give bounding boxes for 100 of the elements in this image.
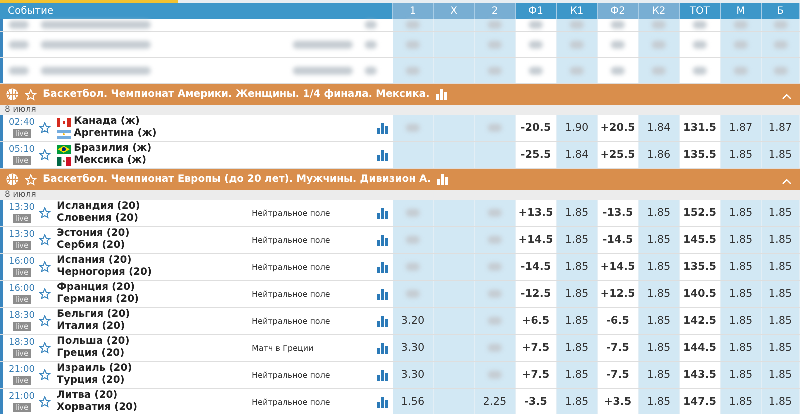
odds-cell[interactable]: 1.85 xyxy=(762,281,800,307)
blurred-odds xyxy=(488,263,502,271)
blurred-odds xyxy=(611,66,625,74)
blurred-odds xyxy=(488,21,502,29)
odds-cell[interactable]: 1.85 xyxy=(762,389,800,414)
odds-cell[interactable]: 1.85 xyxy=(721,362,762,388)
team-name: Хорватия (20) xyxy=(57,402,138,414)
blurred-odds xyxy=(611,40,625,48)
odds-cell[interactable]: 1.85 xyxy=(721,200,762,226)
blurred-odds xyxy=(611,21,625,29)
star-icon[interactable] xyxy=(39,149,51,161)
match-note: Нейтральное поле xyxy=(252,370,330,380)
blurred-odds xyxy=(488,236,502,244)
bar-chart-icon[interactable] xyxy=(377,316,389,326)
bar-chart-icon[interactable] xyxy=(436,89,448,100)
star-icon[interactable] xyxy=(39,288,51,300)
odds-cell[interactable]: 1.85 xyxy=(639,227,680,253)
odds-cell[interactable]: 1.85 xyxy=(721,281,762,307)
bar-chart-icon[interactable] xyxy=(377,370,389,380)
odds-cell[interactable]: 1.85 xyxy=(721,335,762,361)
odds-cell[interactable]: 1.85 xyxy=(762,200,800,226)
blurred-odds xyxy=(406,209,420,217)
blurred-odds xyxy=(406,124,420,132)
blurred-odds xyxy=(406,290,420,298)
blurred-odds xyxy=(734,40,748,48)
star-icon[interactable] xyxy=(39,369,51,381)
bar-chart-icon[interactable] xyxy=(377,122,389,134)
odds-cell[interactable]: 1.85 xyxy=(762,142,800,168)
bar-chart-icon[interactable] xyxy=(377,288,389,300)
team-name: Исландия (20) xyxy=(57,201,140,213)
star-icon[interactable] xyxy=(39,122,51,134)
odds-cell[interactable]: 1.85 xyxy=(639,335,680,361)
odds-cell[interactable]: 1.87 xyxy=(762,115,800,141)
match-note: Нейтральное поле xyxy=(252,290,330,298)
odds-cell[interactable]: 1.85 xyxy=(762,254,800,280)
odds-cell[interactable]: 3.20 xyxy=(393,308,434,334)
basketball-icon xyxy=(6,88,19,101)
blurred-odds xyxy=(652,40,666,48)
team-name: Франция (20) xyxy=(57,282,136,294)
odds-cell[interactable]: 1.85 xyxy=(721,142,762,168)
blurred-odds xyxy=(529,66,543,74)
odds-cell[interactable]: 3.30 xyxy=(393,362,434,388)
odds-cell[interactable]: 1.85 xyxy=(762,335,800,361)
star-icon[interactable] xyxy=(39,207,51,219)
star-icon[interactable] xyxy=(39,315,51,327)
flag-icon xyxy=(57,156,71,166)
match-note: Нейтральное поле xyxy=(252,208,330,218)
odds-cell[interactable]: 1.85 xyxy=(721,389,762,414)
odds-cell[interactable]: 1.85 xyxy=(762,362,800,388)
odds-cell[interactable]: 1.84 xyxy=(557,142,598,168)
odds-cell[interactable]: 1.90 xyxy=(557,115,598,141)
chevron-up-icon[interactable] xyxy=(782,94,792,100)
odds-cell[interactable]: 1.85 xyxy=(639,281,680,307)
bar-chart-icon[interactable] xyxy=(377,150,389,160)
odds-cell[interactable]: 2.25 xyxy=(475,389,516,414)
team-name: Польша (20) xyxy=(57,336,130,348)
team-name: Германия (20) xyxy=(57,294,140,306)
odds-cell[interactable]: 1.56 xyxy=(393,389,434,414)
odds-cell[interactable]: 1.85 xyxy=(762,227,800,253)
odds-cell[interactable]: 1.85 xyxy=(639,389,680,414)
blurred-odds xyxy=(488,344,502,352)
basketball-icon xyxy=(6,173,19,186)
bar-chart-icon[interactable] xyxy=(377,208,389,218)
flag-icon xyxy=(57,118,71,126)
odds-cell[interactable]: 1.85 xyxy=(721,227,762,253)
bar-chart-icon[interactable] xyxy=(377,234,389,246)
odds-cell[interactable]: 3.30 xyxy=(393,335,434,361)
star-icon[interactable] xyxy=(39,234,51,246)
bar-chart-icon[interactable] xyxy=(377,342,389,354)
odds-cell[interactable]: 1.85 xyxy=(639,362,680,388)
blurred-odds xyxy=(652,66,666,74)
blurred-odds xyxy=(488,290,502,298)
bar-chart-icon[interactable] xyxy=(437,174,450,185)
odds-cell[interactable]: 1.85 xyxy=(557,200,598,226)
blurred-odds xyxy=(570,21,584,29)
odds-cell[interactable]: 1.85 xyxy=(639,200,680,226)
star-icon[interactable] xyxy=(39,396,51,408)
star-icon[interactable] xyxy=(39,342,51,354)
odds-cell[interactable]: 1.85 xyxy=(557,254,598,280)
blurred-odds xyxy=(488,66,502,74)
odds-cell[interactable]: 1.85 xyxy=(557,335,598,361)
odds-cell[interactable]: 1.85 xyxy=(557,308,598,334)
odds-cell[interactable]: 1.84 xyxy=(639,115,680,141)
odds-cell[interactable]: 1.86 xyxy=(639,142,680,168)
odds-cell[interactable]: 1.85 xyxy=(762,308,800,334)
odds-cell[interactable]: 1.85 xyxy=(721,308,762,334)
odds-cell[interactable]: 1.85 xyxy=(639,254,680,280)
odds-cell[interactable]: 1.85 xyxy=(721,254,762,280)
team-name: Испания (20) xyxy=(57,255,132,267)
odds-cell[interactable]: 1.85 xyxy=(557,281,598,307)
odds-cell[interactable]: 1.85 xyxy=(557,389,598,414)
odds-cell[interactable]: 1.85 xyxy=(557,227,598,253)
star-icon[interactable] xyxy=(39,261,51,273)
match-time: 02:40 xyxy=(9,118,35,128)
bar-chart-icon[interactable] xyxy=(377,262,389,272)
odds-cell[interactable]: 1.85 xyxy=(557,362,598,388)
bar-chart-icon[interactable] xyxy=(377,396,389,408)
odds-cell[interactable]: 1.87 xyxy=(721,115,762,141)
chevron-up-icon[interactable] xyxy=(782,179,792,185)
odds-cell[interactable]: 1.85 xyxy=(639,308,680,334)
